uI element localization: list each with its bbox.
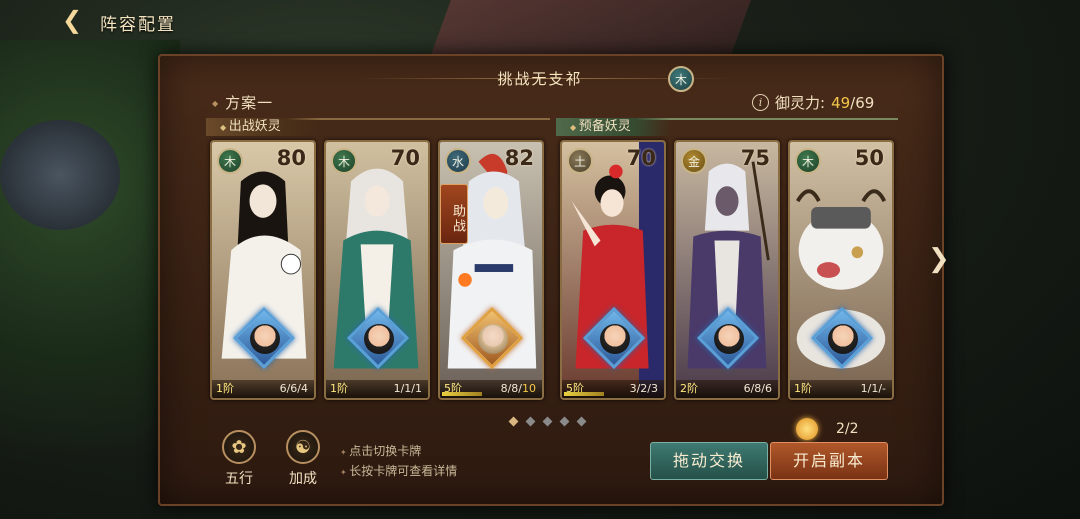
background-roof: [429, 0, 751, 60]
power-label: 御灵力:: [775, 94, 826, 112]
assist-tag: 助战: [440, 184, 468, 244]
challenge-element-icon: 木: [668, 66, 694, 92]
power-current: 49: [831, 93, 851, 112]
card-level: 70: [390, 146, 420, 170]
page-dot[interactable]: [508, 416, 519, 427]
card-stats: 6/6/4: [279, 382, 308, 395]
plan-name[interactable]: 方案一: [212, 92, 273, 113]
card-stats: 6/8/6: [743, 382, 772, 395]
spirit-card[interactable]: 木 70 1阶 1/1/1: [324, 140, 430, 400]
page-dot[interactable]: [576, 416, 587, 427]
page-dot[interactable]: [559, 416, 570, 427]
spirit-card[interactable]: 土 70 5阶 3/2/3: [560, 140, 666, 400]
card-rank: 1阶: [794, 382, 812, 395]
summoner-avatar-icon: [364, 324, 394, 354]
tips: 点击切换卡牌 长按卡牌可查看详情: [340, 442, 457, 482]
info-icon[interactable]: i: [752, 94, 769, 111]
card-stats: 8/8/10: [500, 382, 536, 395]
card-footer: 1阶 1/1/-: [790, 380, 892, 398]
card-level: 50: [854, 146, 884, 170]
wood-element-icon: 木: [795, 148, 821, 174]
challenge-title: 挑战无支祁: [497, 70, 583, 88]
page-dot[interactable]: [525, 416, 536, 427]
jiacheng-label: 加成: [289, 471, 317, 487]
back-arrow-icon[interactable]: ❮: [62, 8, 84, 32]
page-dot[interactable]: [542, 416, 553, 427]
card-level: 82: [504, 146, 534, 170]
card-stats: 3/2/3: [629, 382, 658, 395]
reserve-section-tab: 预备妖灵: [556, 118, 671, 136]
jiacheng-button[interactable]: ☯ 加成: [278, 430, 328, 490]
card-level: 70: [626, 146, 656, 170]
page-title: 阵容配置: [100, 15, 176, 35]
tip-tap: 点击切换卡牌: [340, 442, 457, 462]
summoner-avatar-icon: [250, 324, 280, 354]
card-rank: 2阶: [680, 382, 698, 395]
card-rank: 1阶: [330, 382, 348, 395]
spirit-card[interactable]: 水 82 5阶 8/8/10: [438, 140, 544, 400]
summoner-avatar-icon: [600, 324, 630, 354]
wood-element-icon: 木: [217, 148, 243, 174]
next-page-arrow-icon[interactable]: ❯: [928, 244, 950, 274]
card-footer: 1阶 6/6/4: [212, 380, 314, 398]
earth-element-icon: 土: [567, 148, 593, 174]
sun-counter: 2/2: [796, 418, 859, 440]
summoner-avatar-icon: [828, 324, 858, 354]
card-level: 80: [276, 146, 306, 170]
summoner-avatar-icon: [478, 324, 508, 354]
top-bar: ❮ 阵容配置: [0, 0, 260, 42]
wuxing-button[interactable]: ✿ 五行: [214, 430, 264, 490]
pagination-dots: [508, 416, 587, 427]
active-section-tab: 出战妖灵: [206, 118, 321, 136]
bonus-icon: ☯: [286, 430, 320, 464]
card-stats: 1/1/-: [860, 382, 886, 395]
wood-element-icon: 木: [331, 148, 357, 174]
start-dungeon-button[interactable]: 开启副本: [770, 442, 888, 480]
spirit-card[interactable]: 木 50 1阶 1/1/-: [788, 140, 894, 400]
tip-long-press: 长按卡牌可查看详情: [340, 462, 457, 482]
card-footer: 1阶 1/1/1: [326, 380, 428, 398]
card-stats: 1/1/1: [393, 382, 422, 395]
card-rank: 1阶: [216, 382, 234, 395]
drag-swap-button[interactable]: 拖动交换: [650, 442, 768, 480]
water-element-icon: 水: [445, 148, 471, 174]
metal-element-icon: 金: [681, 148, 707, 174]
sun-icon: [796, 418, 818, 440]
five-elements-icon: ✿: [222, 430, 256, 464]
star-bar: [564, 392, 604, 396]
background-foliage: [0, 40, 180, 519]
spirit-power: i 御灵力: 49/69: [752, 92, 874, 113]
spirit-card[interactable]: 木 80 1阶 6/6/4: [210, 140, 316, 400]
sun-count: 2/2: [836, 421, 859, 437]
star-bar: [442, 392, 482, 396]
wuxing-label: 五行: [225, 471, 253, 487]
card-level: 75: [740, 146, 770, 170]
power-max: 69: [855, 93, 875, 112]
summoner-avatar-icon: [714, 324, 744, 354]
spirit-card[interactable]: 金 75 2阶 6/8/6: [674, 140, 780, 400]
background-rock: [0, 120, 120, 230]
card-footer: 2阶 6/8/6: [676, 380, 778, 398]
